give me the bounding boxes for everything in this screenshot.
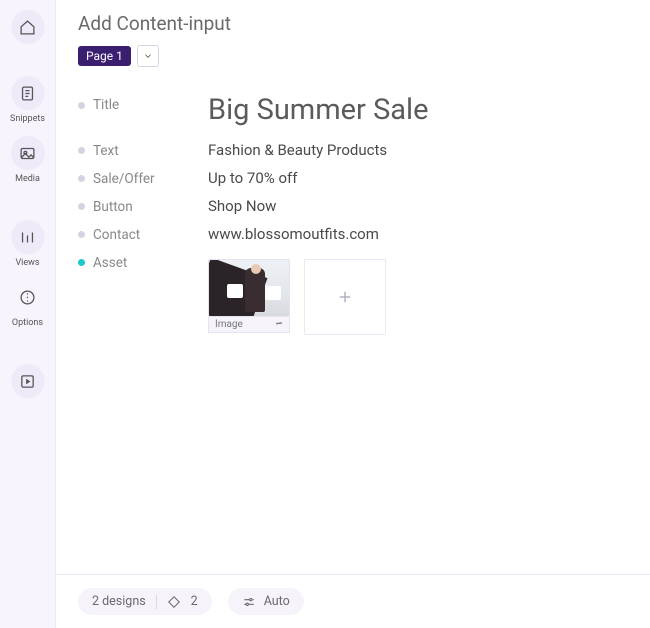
asset-type-selector[interactable]: Image	[208, 317, 290, 333]
field-value-title[interactable]: Big Summer Sale	[208, 95, 628, 127]
sidebar-label-media: Media	[15, 174, 40, 184]
asset-area: Image	[208, 253, 628, 335]
field-value-text[interactable]: Fashion & Beauty Products	[208, 141, 628, 159]
asset-card: Image	[208, 259, 290, 335]
bullet-icon-active	[78, 259, 85, 266]
page-dropdown-button[interactable]	[137, 45, 159, 67]
field-value-offer[interactable]: Up to 70% off	[208, 169, 628, 187]
row-asset: Asset Image	[78, 253, 628, 335]
sidebar-label-options: Options	[12, 318, 43, 328]
designs-count-number: 2	[191, 594, 198, 609]
row-text: Text Fashion & Beauty Products	[78, 141, 628, 159]
add-asset-button[interactable]	[304, 259, 386, 335]
page-selector: Page 1	[78, 45, 628, 67]
row-button: Button Shop Now	[78, 197, 628, 215]
content-form: Title Big Summer Sale Text Fashion & Bea…	[78, 95, 628, 345]
page-title: Add Content-input	[78, 12, 628, 35]
designs-pill[interactable]: 2 designs 2	[78, 588, 212, 615]
bullet-icon	[78, 102, 85, 109]
home-icon[interactable]	[11, 10, 45, 44]
field-value-contact[interactable]: www.blossomoutfits.com	[208, 225, 628, 243]
sidebar-label-snippets: Snippets	[10, 114, 45, 124]
field-label-offer[interactable]: Sale/Offer	[78, 169, 208, 187]
sliders-icon	[242, 595, 256, 609]
swap-icon	[275, 320, 283, 328]
diamond-icon	[167, 595, 181, 609]
plus-icon	[336, 288, 354, 306]
field-label-button[interactable]: Button	[78, 197, 208, 215]
field-value-button[interactable]: Shop Now	[208, 197, 628, 215]
field-label-asset[interactable]: Asset	[78, 253, 208, 271]
field-label-contact[interactable]: Contact	[78, 225, 208, 243]
app-sidebar: Snippets Media Views Options	[0, 0, 56, 628]
asset-thumbnail[interactable]	[208, 259, 290, 317]
designs-count-text: 2 designs	[92, 594, 146, 609]
chevron-down-icon	[143, 51, 153, 61]
field-label-text[interactable]: Text	[78, 141, 208, 159]
row-offer: Sale/Offer Up to 70% off	[78, 169, 628, 187]
bullet-icon	[78, 231, 85, 238]
divider	[156, 595, 157, 609]
asset-type-label: Image	[215, 319, 243, 330]
options-icon[interactable]	[11, 280, 45, 314]
auto-pill[interactable]: Auto	[228, 588, 304, 615]
snippets-icon[interactable]	[11, 76, 45, 110]
row-contact: Contact www.blossomoutfits.com	[78, 225, 628, 243]
field-label-title[interactable]: Title	[78, 95, 208, 113]
row-title: Title Big Summer Sale	[78, 95, 628, 127]
main-panel: Add Content-input Page 1 Title Big Summe…	[56, 0, 650, 628]
views-icon[interactable]	[11, 220, 45, 254]
sidebar-label-views: Views	[15, 258, 39, 268]
auto-label: Auto	[264, 594, 290, 609]
bullet-icon	[78, 175, 85, 182]
footer-bar: 2 designs 2 Auto	[56, 574, 650, 628]
media-icon[interactable]	[11, 136, 45, 170]
bullet-icon	[78, 147, 85, 154]
preview-icon[interactable]	[11, 364, 45, 398]
page-badge[interactable]: Page 1	[78, 46, 131, 66]
content-area: Add Content-input Page 1 Title Big Summe…	[56, 0, 650, 574]
bullet-icon	[78, 203, 85, 210]
